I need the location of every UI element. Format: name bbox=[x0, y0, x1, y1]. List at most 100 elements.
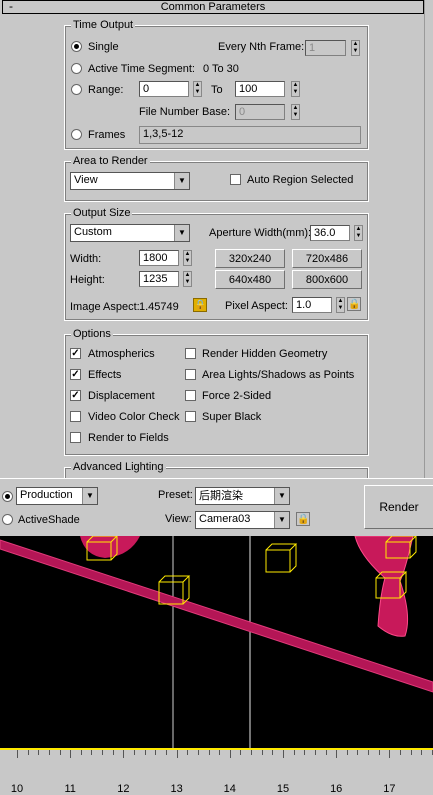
effects-label: Effects bbox=[88, 369, 122, 381]
timeline-tick bbox=[272, 750, 274, 755]
range-from-field[interactable]: 0 bbox=[139, 81, 189, 97]
chevron-down-icon: ▼ bbox=[174, 173, 189, 189]
timeline-tick bbox=[38, 750, 40, 755]
render-to-fields-checkbox[interactable] bbox=[70, 432, 81, 443]
area-to-render-dropdown[interactable]: View ▼ bbox=[70, 172, 190, 190]
timeline-tick bbox=[219, 750, 221, 755]
height-field[interactable]: 1235 bbox=[139, 271, 179, 287]
super-black-checkbox[interactable] bbox=[185, 411, 196, 422]
file-number-base-field[interactable]: 0 bbox=[235, 104, 285, 120]
timeline-tick bbox=[187, 750, 189, 755]
preset-button-640x480[interactable]: 640x480 bbox=[215, 270, 285, 289]
width-field[interactable]: 1800 bbox=[139, 250, 179, 266]
scroll-strip[interactable] bbox=[424, 0, 433, 478]
timeline-tick bbox=[176, 750, 178, 758]
camera-viewport[interactable] bbox=[0, 536, 433, 748]
every-nth-field[interactable]: 1 bbox=[305, 40, 346, 56]
preset-label: Preset: bbox=[158, 489, 193, 501]
render-button[interactable]: Render bbox=[364, 485, 433, 529]
timeline-ruler[interactable]: 10 11 12 13 14 15 16 17 bbox=[0, 748, 433, 795]
range-radio[interactable] bbox=[71, 84, 82, 95]
active-segment-radio[interactable] bbox=[71, 63, 82, 74]
preset-button-800x600[interactable]: 800x600 bbox=[292, 270, 362, 289]
range-to-spinner[interactable]: ▲ ▼ bbox=[291, 81, 300, 97]
view-value: Camera03 bbox=[199, 513, 251, 525]
rollout-header[interactable]: - Common Parameters bbox=[2, 0, 424, 14]
range-to-field[interactable]: 100 bbox=[235, 81, 285, 97]
pixel-aspect-spinner[interactable]: ▲ ▼ bbox=[336, 297, 345, 313]
height-label: Height: bbox=[70, 274, 105, 286]
single-label: Single bbox=[88, 41, 119, 53]
render-hidden-checkbox[interactable] bbox=[185, 348, 196, 359]
lock-icon[interactable]: 🔒 bbox=[193, 298, 207, 312]
timeline-tick bbox=[357, 750, 359, 755]
timeline-tick bbox=[304, 750, 306, 755]
chevron-down-icon: ▼ bbox=[82, 488, 97, 504]
range-to-label: To bbox=[211, 84, 223, 96]
render-bar: Production ▼ ActiveShade Preset: 后期渲染 ▼ … bbox=[0, 478, 433, 534]
lock-icon[interactable]: 🔒 bbox=[347, 297, 361, 311]
displacement-checkbox[interactable]: ✓ bbox=[70, 390, 81, 401]
timeline-tick bbox=[325, 750, 327, 755]
height-spinner[interactable]: ▲ ▼ bbox=[183, 271, 192, 287]
view-dropdown[interactable]: Camera03 ▼ bbox=[195, 511, 290, 529]
area-to-render-value: View bbox=[74, 174, 98, 186]
timeline-tick bbox=[59, 750, 61, 755]
timeline-tick bbox=[70, 750, 72, 758]
preset-value: 后期渲染 bbox=[199, 489, 243, 502]
super-black-label: Super Black bbox=[202, 411, 262, 423]
chevron-down-icon: ▼ bbox=[174, 225, 189, 241]
area-lights-label: Area Lights/Shadows as Points bbox=[202, 369, 355, 381]
frames-radio[interactable] bbox=[71, 129, 82, 140]
preset-button-720x486[interactable]: 720x486 bbox=[292, 249, 362, 268]
aperture-field[interactable]: 36.0 bbox=[310, 225, 350, 241]
single-radio[interactable] bbox=[71, 41, 82, 52]
timeline-tick bbox=[389, 750, 391, 758]
video-color-check-checkbox[interactable] bbox=[70, 411, 81, 422]
activeshade-label: ActiveShade bbox=[18, 514, 80, 526]
viewport-scene bbox=[0, 536, 433, 748]
timeline-tick bbox=[314, 750, 316, 755]
atmospherics-checkbox[interactable]: ✓ bbox=[70, 348, 81, 359]
timeline-tick bbox=[261, 750, 263, 755]
preset-dropdown[interactable]: 后期渲染 ▼ bbox=[195, 487, 290, 505]
video-color-check-label: Video Color Check bbox=[88, 411, 180, 423]
range-from-spinner[interactable]: ▲ ▼ bbox=[193, 81, 202, 97]
file-number-base-spinner[interactable]: ▲ ▼ bbox=[291, 104, 300, 120]
render-hidden-label: Render Hidden Geometry bbox=[202, 348, 328, 360]
timeline-tick bbox=[155, 750, 157, 755]
timeline-tick-label: 17 bbox=[383, 783, 396, 795]
auto-region-label: Auto Region Selected bbox=[247, 174, 354, 186]
auto-region-checkbox[interactable] bbox=[230, 174, 241, 185]
width-spinner[interactable]: ▲ ▼ bbox=[183, 250, 192, 266]
frames-field[interactable]: 1,3,5-12 bbox=[139, 126, 361, 144]
timeline-tick bbox=[102, 750, 104, 755]
timeline-tick bbox=[410, 750, 412, 755]
force-2-sided-checkbox[interactable] bbox=[185, 390, 196, 401]
activeshade-radio[interactable] bbox=[2, 514, 13, 525]
pixel-aspect-field[interactable]: 1.0 bbox=[292, 297, 332, 313]
production-dropdown[interactable]: Production ▼ bbox=[16, 487, 98, 505]
render-to-fields-label: Render to Fields bbox=[88, 432, 169, 444]
timeline-tick-label: 14 bbox=[223, 783, 236, 795]
production-radio[interactable] bbox=[2, 491, 13, 502]
effects-checkbox[interactable]: ✓ bbox=[70, 369, 81, 380]
chevron-down-icon: ▼ bbox=[274, 512, 289, 528]
timeline-tick bbox=[144, 750, 146, 755]
lock-icon[interactable]: 🔒 bbox=[296, 512, 310, 526]
timeline-tick-label: 12 bbox=[117, 783, 130, 795]
output-size-dropdown[interactable]: Custom ▼ bbox=[70, 224, 190, 242]
timeline-tick-label: 11 bbox=[64, 783, 76, 795]
image-aspect-value: 1.45749 bbox=[139, 301, 179, 313]
aperture-spinner[interactable]: ▲ ▼ bbox=[354, 225, 363, 241]
aperture-label: Aperture Width(mm): bbox=[209, 227, 312, 239]
timeline-tick bbox=[368, 750, 370, 755]
area-lights-checkbox[interactable] bbox=[185, 369, 196, 380]
every-nth-spinner[interactable]: ▲ ▼ bbox=[351, 40, 360, 56]
range-label: Range: bbox=[88, 84, 124, 96]
options-title: Options bbox=[71, 327, 113, 341]
image-aspect-label: Image Aspect: bbox=[70, 301, 140, 313]
preset-button-320x240[interactable]: 320x240 bbox=[215, 249, 285, 268]
timeline-tick bbox=[400, 750, 402, 755]
every-nth-label: Every Nth Frame: bbox=[218, 41, 305, 53]
